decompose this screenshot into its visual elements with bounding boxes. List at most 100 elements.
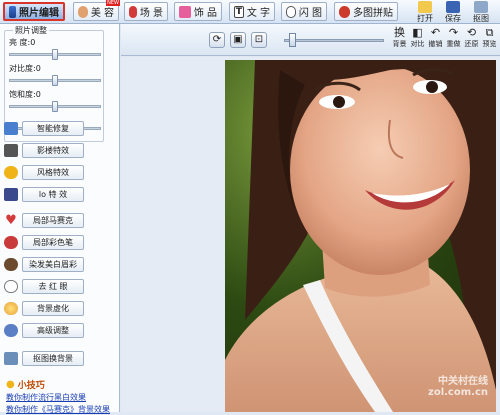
- tab-collage[interactable]: 多图拼贴: [334, 2, 398, 21]
- tab-photo-edit[interactable]: 照片编辑: [3, 2, 65, 21]
- style-effect-button[interactable]: 风格特效: [22, 165, 84, 180]
- color-pen-icon: [4, 236, 18, 249]
- mosaic-button[interactable]: 局部马赛克: [22, 213, 84, 228]
- contrast-knob[interactable]: [52, 75, 58, 86]
- redo-icon: ↷: [448, 26, 459, 39]
- studio-effect-icon: [4, 144, 18, 157]
- lomo-effect-button[interactable]: lo 特 效: [22, 187, 84, 202]
- edited-photo[interactable]: 中关村在线 zol.com.cn: [225, 60, 496, 412]
- tool-row-advanced-adjust: 高级调整: [4, 322, 114, 340]
- open-button[interactable]: 打开: [412, 1, 438, 23]
- save-label: 保存: [445, 14, 461, 23]
- hair-color-icon: [4, 258, 18, 271]
- save-disk-icon: [446, 1, 460, 13]
- flash-icon: [286, 5, 296, 18]
- lomo-effect-icon: [4, 188, 18, 201]
- brightness-knob[interactable]: [52, 49, 58, 60]
- sun-style-icon: [4, 166, 18, 179]
- rotate-icon: ⟳: [212, 34, 222, 45]
- tab-label: 闪 图: [298, 8, 322, 19]
- tips-title: ● 小技巧: [6, 379, 45, 391]
- smart-repair-button[interactable]: 智能修复: [22, 121, 84, 136]
- monitor-icon: ▣: [233, 34, 243, 45]
- fit-screen-icon: ⊡: [254, 34, 264, 45]
- restore-tool[interactable]: ⟲ 还原: [463, 26, 480, 48]
- lightbulb-icon: ●: [6, 379, 15, 390]
- tab-scene[interactable]: 场 景: [124, 2, 168, 21]
- cutout-button[interactable]: 抠图: [468, 1, 494, 23]
- background-blur-button[interactable]: 背景虚化: [22, 301, 84, 316]
- photo-edit-icon: [9, 5, 16, 18]
- tool-row-red-eye: 去 红 眼: [4, 278, 114, 296]
- tab-label: 场 景: [139, 8, 163, 19]
- tool-row-hair-color: 染发美白眉彩: [4, 256, 114, 274]
- compare-tool[interactable]: ◧ 对比: [409, 26, 426, 48]
- tool-label: 背景: [392, 40, 407, 48]
- save-button[interactable]: 保存: [440, 1, 466, 23]
- tip-link-mosaic[interactable]: 教你制作《马赛克》背景效果: [6, 404, 110, 415]
- main-toolbar: 照片编辑 美 容 NEW 场 景 饰 品 T 文 字 闪 图 多图拼贴 打开 保…: [0, 0, 500, 24]
- studio-effect-button[interactable]: 影楼特效: [22, 143, 84, 158]
- tool-row-lomo-effect: lo 特 效: [4, 186, 114, 204]
- canvas-viewport: 中关村在线 zol.com.cn: [121, 57, 500, 412]
- tool-label: 撤销: [428, 40, 443, 48]
- actual-size-button[interactable]: ▣: [230, 32, 246, 48]
- undo-tool[interactable]: ↶ 撤销: [427, 26, 444, 48]
- tab-label: 美 容: [90, 8, 114, 19]
- portrait-illustration: [225, 60, 496, 412]
- tool-row-style-effect: 风格特效: [4, 164, 114, 182]
- background-blur-icon: [4, 302, 18, 315]
- saturation-knob[interactable]: [52, 101, 58, 112]
- tool-row-color-pen: 局部彩色笔: [4, 234, 114, 252]
- tab-beauty[interactable]: 美 容 NEW: [73, 0, 120, 21]
- change-background-button[interactable]: 抠图换背景: [22, 351, 84, 366]
- tool-row-background-blur: 背景虚化: [4, 300, 114, 318]
- tab-text[interactable]: T 文 字: [229, 2, 275, 21]
- color-pen-button[interactable]: 局部彩色笔: [22, 235, 84, 250]
- tool-label: 对比: [410, 40, 425, 48]
- change-background-icon: 换: [394, 26, 405, 39]
- tab-label: 多图拼贴: [353, 8, 393, 19]
- restore-icon: ⟲: [466, 26, 477, 39]
- tab-flash[interactable]: 闪 图: [281, 2, 327, 21]
- tool-row-change-background: 抠图换背景: [4, 350, 114, 368]
- zoom-slider[interactable]: [284, 39, 384, 42]
- bow-icon: [179, 5, 191, 18]
- open-folder-icon: [418, 1, 432, 13]
- advanced-adjust-icon: [4, 324, 18, 337]
- tab-accessory[interactable]: 饰 品: [174, 2, 222, 21]
- red-eye-button[interactable]: 去 红 眼: [22, 279, 84, 294]
- preview-icon: ⧉: [485, 26, 494, 39]
- heart-mosaic-icon: ♥: [5, 213, 17, 228]
- tool-row-mosaic: ♥ 局部马赛克: [4, 212, 114, 230]
- tool-row-studio-effect: 影楼特效: [4, 142, 114, 160]
- canvas-toolbar: ⟳ ▣ ⊡ 换 背景 ◧ 对比 ↶ 撤销 ↷ 重做 ⟲ 还原 ⧉ 预览: [121, 24, 500, 56]
- left-tool-panel: 照片调整 亮 度:0 对比度:0 饱和度:0 智能修复 影楼特效 风格特效 lo…: [0, 24, 120, 415]
- face-icon: [78, 5, 88, 18]
- tool-label: 还原: [464, 40, 479, 48]
- new-badge: NEW: [106, 0, 120, 6]
- tool-label: 重做: [446, 40, 461, 48]
- smart-repair-icon: [4, 122, 18, 135]
- collage-icon: [339, 5, 350, 18]
- redo-tool[interactable]: ↷ 重做: [445, 26, 462, 48]
- compare-icon: ◧: [412, 26, 423, 39]
- brightness-label: 亮 度:0: [9, 38, 36, 47]
- saturation-label: 饱和度:0: [9, 90, 41, 99]
- zoom-knob[interactable]: [288, 33, 296, 47]
- tab-label: 文 字: [246, 8, 270, 19]
- text-t-icon: T: [234, 5, 244, 18]
- fit-screen-button[interactable]: ⊡: [251, 32, 267, 48]
- change-background-icon: [4, 352, 18, 365]
- red-eye-icon: [4, 280, 18, 293]
- open-label: 打开: [417, 14, 433, 23]
- rotate-button[interactable]: ⟳: [209, 32, 225, 48]
- undo-icon: ↶: [430, 26, 441, 39]
- tool-label: 预览: [482, 40, 497, 48]
- tip-link-bw[interactable]: 教你制作流行黑白效果: [6, 392, 86, 403]
- change-background-tool[interactable]: 换 背景: [391, 26, 408, 48]
- tool-row-smart-repair: 智能修复: [4, 120, 114, 138]
- advanced-adjust-button[interactable]: 高级调整: [22, 323, 84, 338]
- hair-color-button[interactable]: 染发美白眉彩: [22, 257, 84, 272]
- preview-tool[interactable]: ⧉ 预览: [481, 26, 498, 48]
